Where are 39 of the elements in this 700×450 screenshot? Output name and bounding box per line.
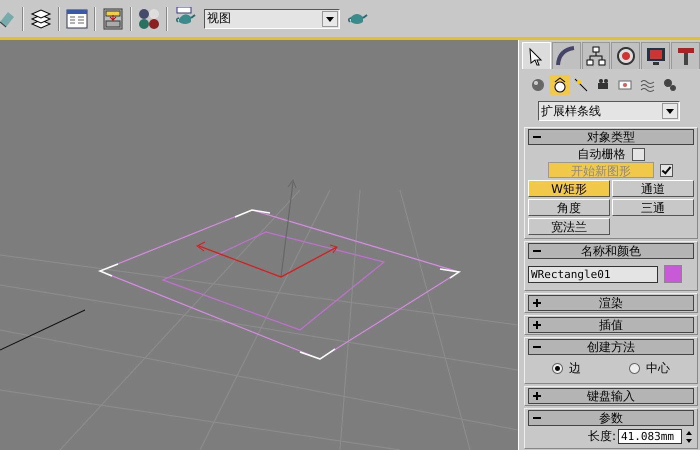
- object-button[interactable]: 宽法兰: [528, 218, 610, 235]
- table-icon[interactable]: [66, 8, 88, 30]
- panel-icon[interactable]: [102, 8, 124, 30]
- radio-label[interactable]: 边: [569, 360, 581, 377]
- name-field[interactable]: WRectangle01: [528, 266, 658, 282]
- radio-button[interactable]: [629, 363, 640, 374]
- checkbox[interactable]: [660, 164, 673, 176]
- radio-label[interactable]: 中心: [646, 360, 670, 377]
- rollout-header[interactable]: 参数: [528, 410, 694, 426]
- object-button[interactable]: 通道: [612, 180, 694, 197]
- color-swatch[interactable]: [664, 265, 682, 283]
- checkbox-label: 自动栅格: [578, 146, 626, 163]
- hierarchy-icon: [585, 45, 608, 67]
- panel-tab[interactable]: [611, 42, 640, 69]
- layers-icon[interactable]: [30, 8, 52, 30]
- sphere-icon: [529, 76, 547, 94]
- expand-icon[interactable]: [533, 392, 541, 400]
- panel-tab[interactable]: [641, 42, 670, 69]
- rollout-header[interactable]: 渲染: [528, 295, 694, 311]
- spinner-icon[interactable]: [684, 428, 694, 444]
- field-label: 长度:: [588, 428, 616, 445]
- panel-tab[interactable]: [582, 42, 610, 69]
- rollout-header[interactable]: 插值: [528, 317, 694, 333]
- radio-button[interactable]: [552, 363, 563, 374]
- rollout-header[interactable]: 键盘输入: [528, 388, 694, 404]
- type-dropdown[interactable]: 扩展样条线: [538, 101, 680, 121]
- spheres-icon[interactable]: [138, 8, 160, 30]
- view-dropdown[interactable]: 视图: [204, 8, 340, 28]
- object-button[interactable]: 三通: [612, 199, 694, 216]
- expand-icon[interactable]: [533, 299, 541, 307]
- length-field[interactable]: 41.083mm: [618, 429, 682, 444]
- rollout-header[interactable]: 名称和颜色: [528, 243, 694, 259]
- checkbox[interactable]: [632, 148, 644, 161]
- monitor-icon: [644, 45, 667, 67]
- rollout-header[interactable]: 创建方法: [528, 339, 694, 355]
- object-button[interactable]: 角度: [528, 199, 610, 216]
- expand-icon[interactable]: [533, 321, 541, 329]
- object-button[interactable]: W矩形: [528, 180, 610, 197]
- rollout-header[interactable]: 对象类型: [528, 129, 694, 145]
